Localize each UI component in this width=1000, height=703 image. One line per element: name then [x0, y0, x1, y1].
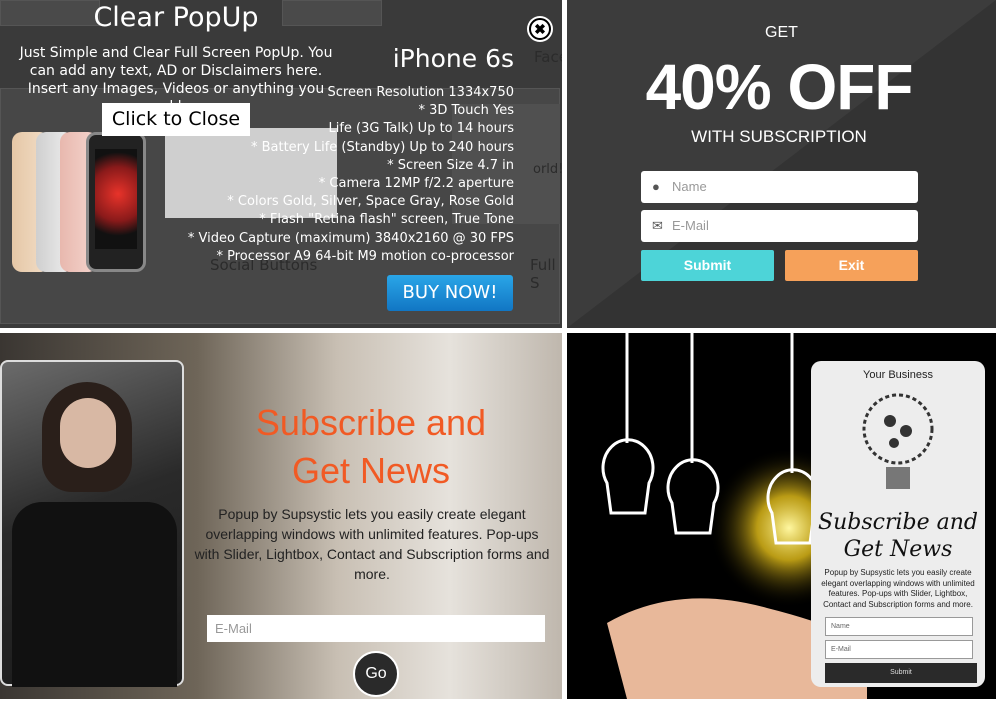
email-field[interactable]: ✉ E-Mail [641, 210, 918, 242]
subscribe-description: Popup by Supsystic lets you easily creat… [194, 506, 550, 582]
card-description: Popup by Supsystic lets you easily creat… [821, 568, 975, 609]
name-input[interactable]: Name [825, 617, 973, 636]
spec-line: * Camera 12MP f/2.2 aperture [318, 176, 514, 192]
bulb-popup-panel: Your Business Subscribe and Get News Pop… [567, 333, 996, 699]
envelope-icon: ✉ [652, 218, 663, 233]
subscribe-title: Subscribe and Get News [190, 399, 552, 495]
spec-line: * Colors Gold, Silver, Space Gray, Rose … [227, 194, 514, 210]
card-title: Subscribe and Get News [811, 509, 985, 563]
title-line: Subscribe and [255, 402, 487, 443]
subscribe-card: Your Business Subscribe and Get News Pop… [811, 361, 985, 687]
email-placeholder: E-Mail [672, 218, 709, 233]
model-photo [0, 360, 184, 687]
shirt-shape [12, 502, 177, 687]
business-name: Your Business [863, 369, 933, 381]
product-specs: Screen Resolution 1334x750 * 3D Touch Ye… [188, 84, 514, 266]
spec-line: * Processor A9 64-bit M9 motion co-proce… [216, 248, 514, 264]
clear-popup-panel: Social Buttons Full S Face orld! Clear P… [0, 0, 562, 328]
lightbulb-icon [862, 393, 934, 489]
title-line: Subscribe and [818, 510, 978, 535]
spec-line: * Battery Life (Standby) Up to 240 hours [250, 139, 514, 155]
background-text: Face [534, 48, 562, 66]
title-line: Get News [843, 537, 953, 562]
submit-button[interactable]: Submit [825, 663, 977, 683]
face-shape [60, 398, 116, 468]
spec-line: * Flash "Retina flash" screen, True Tone [259, 212, 514, 228]
go-button[interactable]: Go [353, 651, 399, 697]
close-icon[interactable]: ✖ [529, 18, 551, 40]
name-placeholder: Name [672, 179, 707, 194]
spec-line: * 3D Touch Yes [418, 103, 514, 119]
discount-popup-panel: GET 40% OFF WITH SUBSCRIPTION ● Name ✉ E… [567, 0, 996, 328]
get-label: GET [765, 24, 798, 41]
phone-screen [95, 149, 137, 249]
product-title: iPhone 6s [392, 44, 514, 73]
buy-now-button[interactable]: BUY NOW! [387, 275, 513, 311]
subscription-subline: WITH SUBSCRIPTION [691, 127, 867, 146]
name-field[interactable]: ● Name [641, 171, 918, 203]
email-input[interactable]: E-Mail [207, 615, 545, 642]
spec-line: Screen Resolution 1334x750 [327, 85, 514, 100]
spec-line: Life (3G Talk) Up to 14 hours [328, 121, 514, 137]
exit-button[interactable]: Exit [785, 250, 918, 281]
spec-line: * Video Capture (maximum) 3840x2160 @ 30… [187, 230, 514, 246]
background-text: Full S [530, 256, 556, 292]
title-line: Get News [291, 450, 451, 491]
subscribe-popup-panel: Subscribe and Get News Popup by Supsysti… [0, 333, 562, 699]
spec-line: * Screen Size 4.7 in [387, 157, 514, 173]
user-icon: ● [652, 179, 660, 194]
background-text: orld! [533, 162, 562, 177]
discount-headline: 40% OFF [645, 51, 914, 123]
email-input[interactable]: E-Mail [825, 640, 973, 659]
popup-title: Clear PopUp [93, 2, 259, 33]
submit-button[interactable]: Submit [641, 250, 774, 281]
phone-gray-image [86, 132, 146, 272]
